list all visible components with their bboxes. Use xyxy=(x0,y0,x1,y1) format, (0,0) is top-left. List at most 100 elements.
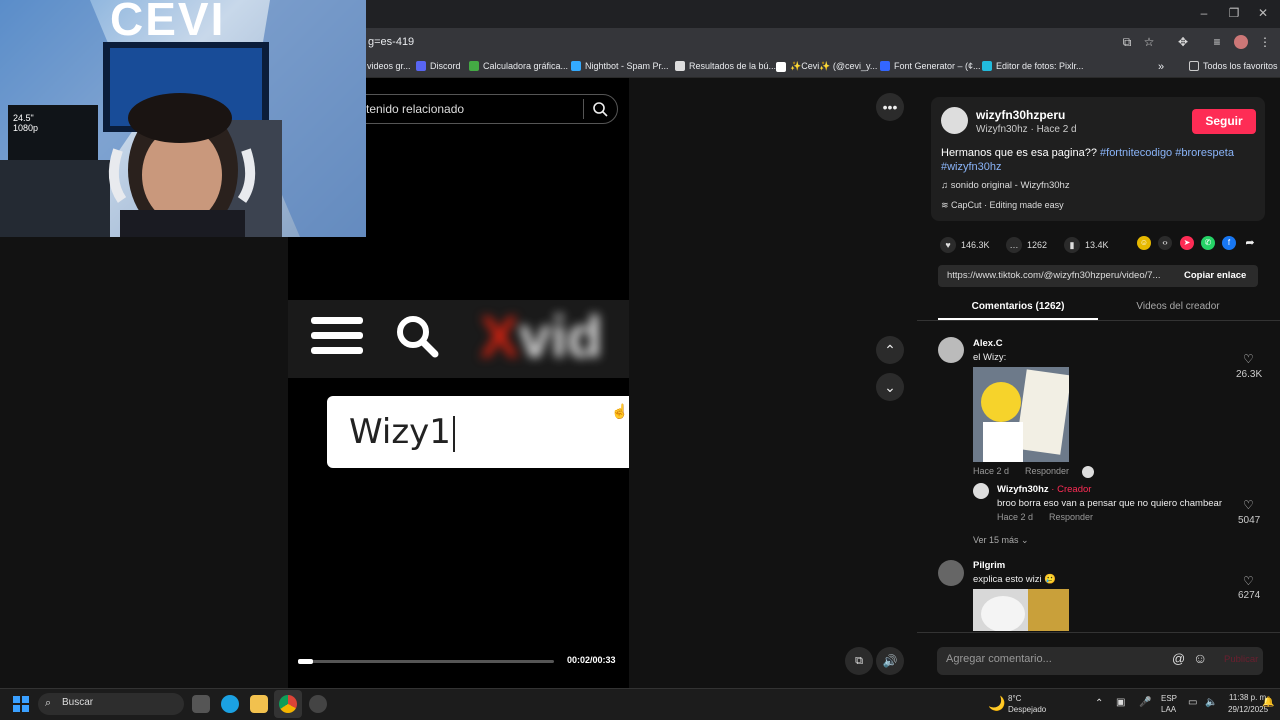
send-icon[interactable]: ➤ xyxy=(1180,236,1194,250)
taskbar-search[interactable]: Buscar xyxy=(38,693,184,715)
capcut-link[interactable]: ≋ CapCut · Editing made easy xyxy=(941,200,1064,211)
friends-share-icon[interactable]: ☺ xyxy=(1137,236,1151,250)
volume-icon[interactable]: 🔊 xyxy=(876,647,904,675)
minimize-icon[interactable]: – xyxy=(1197,6,1211,20)
star-icon[interactable]: ☆ xyxy=(1142,35,1156,49)
copy-link-button[interactable]: Copiar enlace xyxy=(1184,270,1246,281)
bookmark-item[interactable]: Resultados de la bú... xyxy=(675,61,776,71)
explorer-icon[interactable] xyxy=(250,695,268,713)
tiktok-icon xyxy=(776,61,786,72)
like-stat[interactable]: ♥ 146.3K xyxy=(940,237,990,253)
bookmark-icon: ▮ xyxy=(1064,237,1080,253)
folder-icon xyxy=(1189,61,1199,71)
language-label[interactable]: ESP xyxy=(1161,694,1177,703)
tab-comments[interactable]: Comentarios (1262) xyxy=(938,301,1098,312)
pip-icon[interactable]: ⧉ xyxy=(845,647,873,675)
emoji-icon[interactable]: ☺ xyxy=(1193,650,1207,666)
heart-icon[interactable]: ♡ xyxy=(1243,498,1254,512)
restore-icon[interactable]: ❐ xyxy=(1227,6,1241,20)
mic-icon[interactable]: 🎤 xyxy=(1139,697,1151,708)
font-icon xyxy=(880,61,890,71)
bookmark-item[interactable]: Calculadora gráfica... xyxy=(469,61,568,71)
comment-placeholder: Agregar comentario... xyxy=(946,653,1052,665)
follow-button[interactable]: Seguir xyxy=(1192,109,1256,134)
tab-creator-videos[interactable]: Videos del creador xyxy=(1098,301,1258,312)
obs-icon[interactable] xyxy=(309,695,327,713)
reply-button[interactable]: Responder xyxy=(1025,466,1069,476)
reply-button[interactable]: Responder xyxy=(1049,512,1093,522)
mention-icon[interactable]: @ xyxy=(1172,651,1185,666)
hashtag-link[interactable]: #wizyfn30hz xyxy=(941,161,1002,173)
chrome-icon[interactable] xyxy=(279,695,297,713)
bookmark-item[interactable]: Nightbot - Spam Pr... xyxy=(571,61,669,71)
menu-icon[interactable]: ⋮ xyxy=(1258,35,1272,49)
user-subline: Wizyfn30hz · Hace 2 d xyxy=(976,124,1077,135)
bookmark-item[interactable]: Discord xyxy=(416,61,461,71)
like-count: 26.3K xyxy=(1236,369,1263,380)
progress-track[interactable] xyxy=(298,660,554,663)
network-icon[interactable]: ▭ xyxy=(1188,697,1197,708)
bookmark-item[interactable]: ✨Cevi✨ (@cevi_y... xyxy=(776,61,877,72)
chevron-down-icon[interactable]: ⌄ xyxy=(876,373,904,401)
avatar[interactable] xyxy=(973,483,989,499)
bookmark-item[interactable]: Editor de fotos: Pixlr... xyxy=(982,61,1084,71)
close-icon[interactable]: ✕ xyxy=(1256,6,1270,20)
heart-icon[interactable]: ♡ xyxy=(1243,574,1254,588)
facebook-icon[interactable]: f xyxy=(1222,236,1236,250)
bookmark-item[interactable]: Font Generator – (¢... xyxy=(880,61,981,71)
post-description: Hermanos que es esa pagina?? #fortniteco… xyxy=(941,147,1234,173)
magnifier-icon xyxy=(395,314,439,358)
calculator-icon xyxy=(469,61,479,71)
whatsapp-icon[interactable]: ✆ xyxy=(1201,236,1215,250)
reply-text: broo borra eso van a pensar que no quier… xyxy=(997,498,1222,509)
notification-icon[interactable]: 🔔 xyxy=(1262,697,1274,708)
publish-button[interactable]: Publicar xyxy=(1224,654,1258,665)
search-icon[interactable] xyxy=(592,101,608,117)
extensions-icon[interactable]: ✥ xyxy=(1176,35,1190,49)
bookmark-item[interactable]: videos gr... xyxy=(367,61,411,71)
hashtag-link[interactable]: #brorespeta xyxy=(1175,147,1234,159)
windows-icon[interactable] xyxy=(13,696,29,712)
svg-text:Xvid: Xvid xyxy=(480,305,603,370)
comment-author[interactable]: Pilgrim xyxy=(973,560,1005,571)
tab-divider xyxy=(917,320,1280,321)
search-input[interactable]: tenido relacionado xyxy=(340,94,618,124)
comment-gif[interactable] xyxy=(973,589,1069,631)
comment-text: el Wizy: xyxy=(973,352,1007,363)
username[interactable]: wizyfn30hzperu xyxy=(976,108,1065,122)
task-view-icon[interactable] xyxy=(192,695,210,713)
music-link[interactable]: ♫ sonido original - Wizyfn30hz xyxy=(941,180,1070,191)
language-sub: LAA xyxy=(1161,705,1177,714)
profile-icon[interactable] xyxy=(1234,35,1248,49)
avatar[interactable] xyxy=(938,560,964,586)
progress-fill xyxy=(298,659,313,664)
all-favorites[interactable]: Todos los favoritos xyxy=(1189,61,1278,71)
discord-icon xyxy=(416,61,426,71)
view-more-replies[interactable]: Ver 15 más ⌄ xyxy=(973,535,1029,546)
chevron-right-icon[interactable]: » xyxy=(1158,61,1164,73)
comment-gif[interactable] xyxy=(973,367,1069,462)
heart-icon[interactable]: ♡ xyxy=(1243,352,1254,366)
hashtag-link[interactable]: #fortnitecodigo xyxy=(1100,147,1172,159)
embed-icon[interactable]: ‹› xyxy=(1158,236,1172,250)
more-options-icon[interactable]: ••• xyxy=(876,93,904,121)
comment-author[interactable]: Alex.C xyxy=(973,338,1003,349)
save-stat[interactable]: ▮ 13.4K xyxy=(1064,237,1109,253)
share-icon[interactable]: ➦ xyxy=(1243,236,1257,250)
edge-icon[interactable] xyxy=(221,695,239,713)
url-text: g=es-419 xyxy=(368,36,415,48)
comment-stat[interactable]: … 1262 xyxy=(1006,237,1047,253)
like-count: 6274 xyxy=(1238,590,1261,601)
avatar[interactable] xyxy=(938,337,964,363)
avatar[interactable] xyxy=(941,107,968,134)
volume-icon[interactable]: 🔈 xyxy=(1205,697,1217,708)
chevron-up-icon[interactable]: ⌃ xyxy=(1095,698,1103,709)
chevron-up-icon[interactable]: ⌃ xyxy=(876,336,904,364)
post-link[interactable]: https://www.tiktok.com/@wizyfn30hzperu/v… xyxy=(947,270,1172,281)
nightbot-icon xyxy=(571,61,581,71)
tray-app-icon[interactable]: ▣ xyxy=(1116,697,1125,708)
reply-author[interactable]: Wizyfn30hz · Creador xyxy=(997,484,1091,495)
cast-icon[interactable]: ⧉ xyxy=(1120,35,1134,49)
tab-search-icon[interactable]: ≡ xyxy=(1210,35,1224,49)
like-count: 5047 xyxy=(1238,515,1261,526)
